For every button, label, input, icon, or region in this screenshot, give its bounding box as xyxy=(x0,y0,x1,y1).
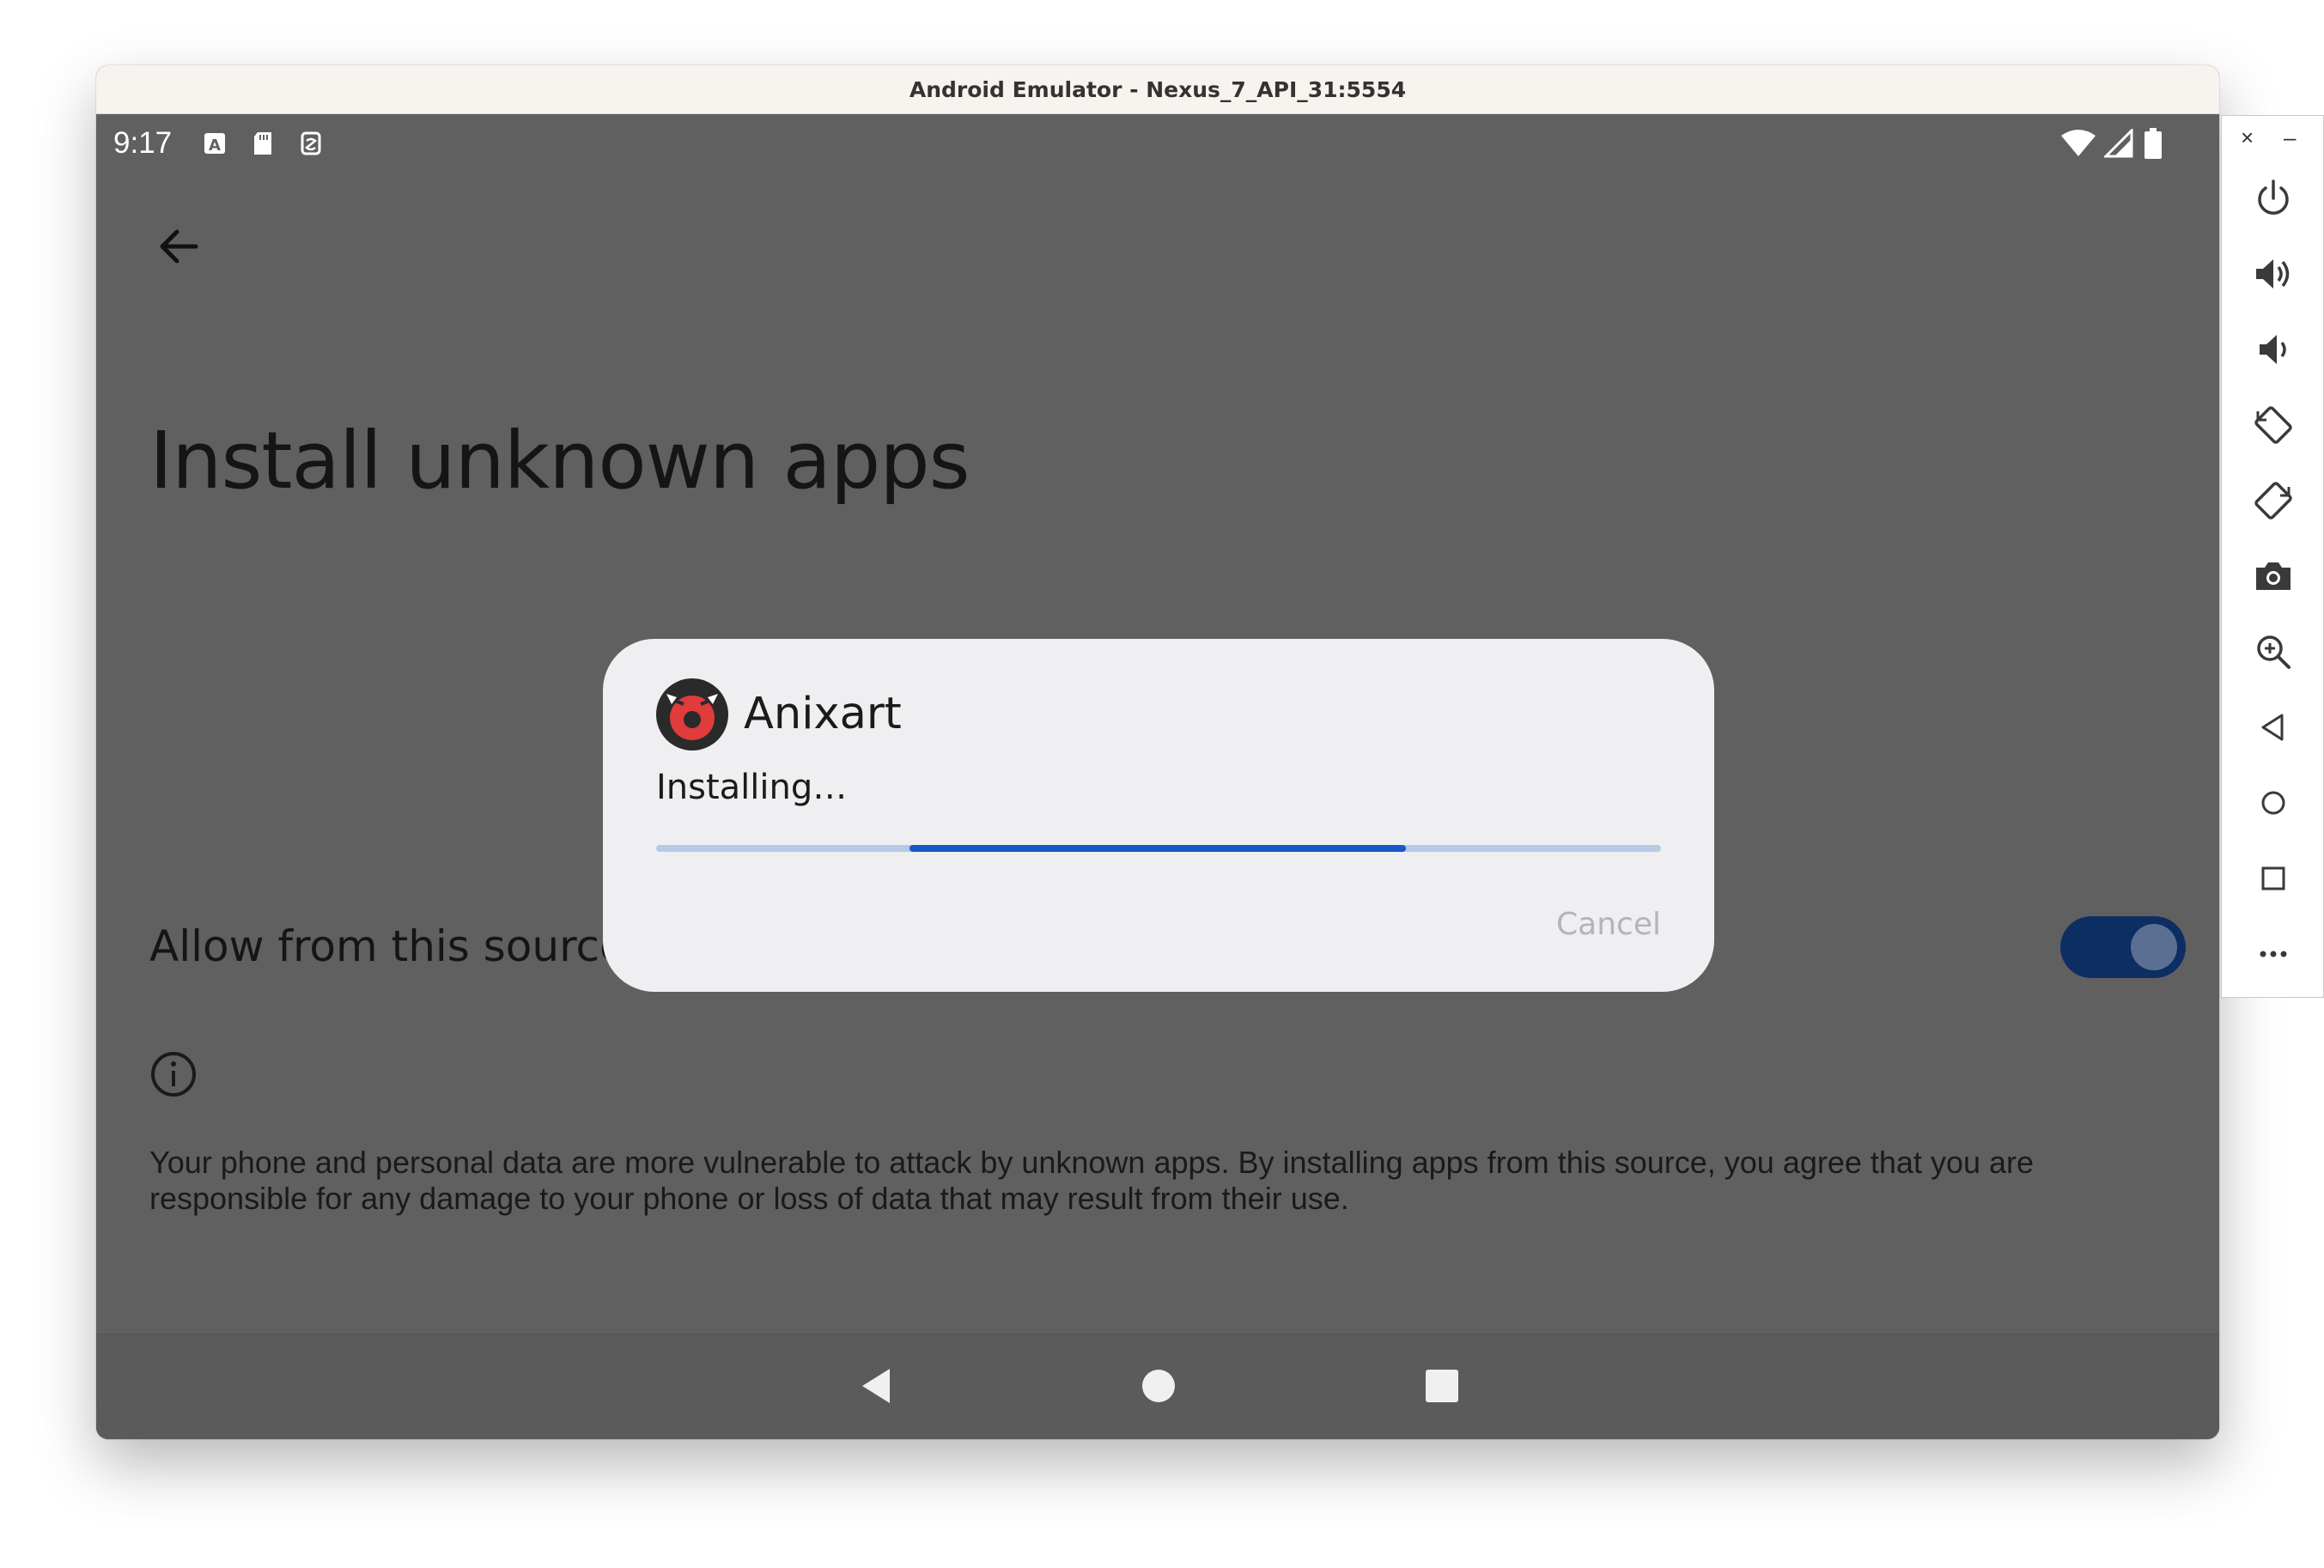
more-icon[interactable] xyxy=(2251,932,2296,976)
panel-close-button[interactable]: × xyxy=(2241,125,2254,151)
side-panel-controls: × – xyxy=(2222,125,2323,150)
window-titlebar[interactable]: Android Emulator - Nexus_7_API_31:5554 xyxy=(96,65,2219,114)
back-icon[interactable] xyxy=(2251,705,2296,750)
dialog-app-name: Anixart xyxy=(744,689,902,739)
panel-minimize-button[interactable]: – xyxy=(2284,125,2296,151)
anixart-app-icon xyxy=(656,678,728,751)
signal-icon xyxy=(2104,129,2133,158)
navigation-bar xyxy=(96,1334,2219,1439)
status-bar: 9:17 A xyxy=(96,114,2219,174)
install-progress-bar xyxy=(656,845,1661,852)
device-screen: 9:17 A Install unknown apps Allow from t… xyxy=(96,114,2219,1439)
overview-icon[interactable] xyxy=(2251,856,2296,901)
nav-recents-icon[interactable] xyxy=(1416,1360,1468,1412)
window-title: Android Emulator - Nexus_7_API_31:5554 xyxy=(909,76,1407,102)
warning-text: Your phone and personal data are more vu… xyxy=(149,1145,2035,1216)
emulator-window: Android Emulator - Nexus_7_API_31:5554 9… xyxy=(96,65,2219,1439)
a-notification-icon: A xyxy=(204,133,225,155)
wifi-icon xyxy=(2061,130,2096,156)
rotate-left-icon[interactable] xyxy=(2251,403,2296,447)
rotate-right-icon[interactable] xyxy=(2251,478,2296,523)
volume-up-icon[interactable] xyxy=(2251,252,2296,296)
nav-home-icon[interactable] xyxy=(1133,1360,1184,1412)
dialog-status: Installing… xyxy=(656,768,848,807)
home-icon[interactable] xyxy=(2251,781,2296,825)
sd-card-icon xyxy=(254,132,271,155)
cancel-button[interactable]: Cancel xyxy=(1556,907,1661,942)
progress-indicator xyxy=(910,845,1406,852)
toggle-knob xyxy=(2131,924,2177,970)
emulator-side-panel: × – xyxy=(2221,115,2324,998)
back-arrow-icon[interactable] xyxy=(148,216,210,277)
svg-text:A: A xyxy=(209,137,221,155)
page-title: Install unknown apps xyxy=(149,415,970,507)
battery-icon xyxy=(2145,128,2162,159)
volume-down-icon[interactable] xyxy=(2251,327,2296,372)
camera-icon[interactable] xyxy=(2251,554,2296,599)
allow-from-source-label: Allow from this source xyxy=(149,921,626,971)
power-icon[interactable] xyxy=(2251,176,2296,221)
allow-from-source-toggle[interactable] xyxy=(2060,916,2186,978)
zoom-icon[interactable] xyxy=(2251,629,2296,674)
status-icons-right xyxy=(2061,128,2164,159)
nav-back-icon[interactable] xyxy=(852,1360,903,1412)
info-icon xyxy=(151,1052,196,1097)
sim-icon xyxy=(301,131,321,155)
status-time: 9:17 xyxy=(113,126,173,160)
install-dialog: Anixart Installing… Cancel xyxy=(603,639,1714,992)
